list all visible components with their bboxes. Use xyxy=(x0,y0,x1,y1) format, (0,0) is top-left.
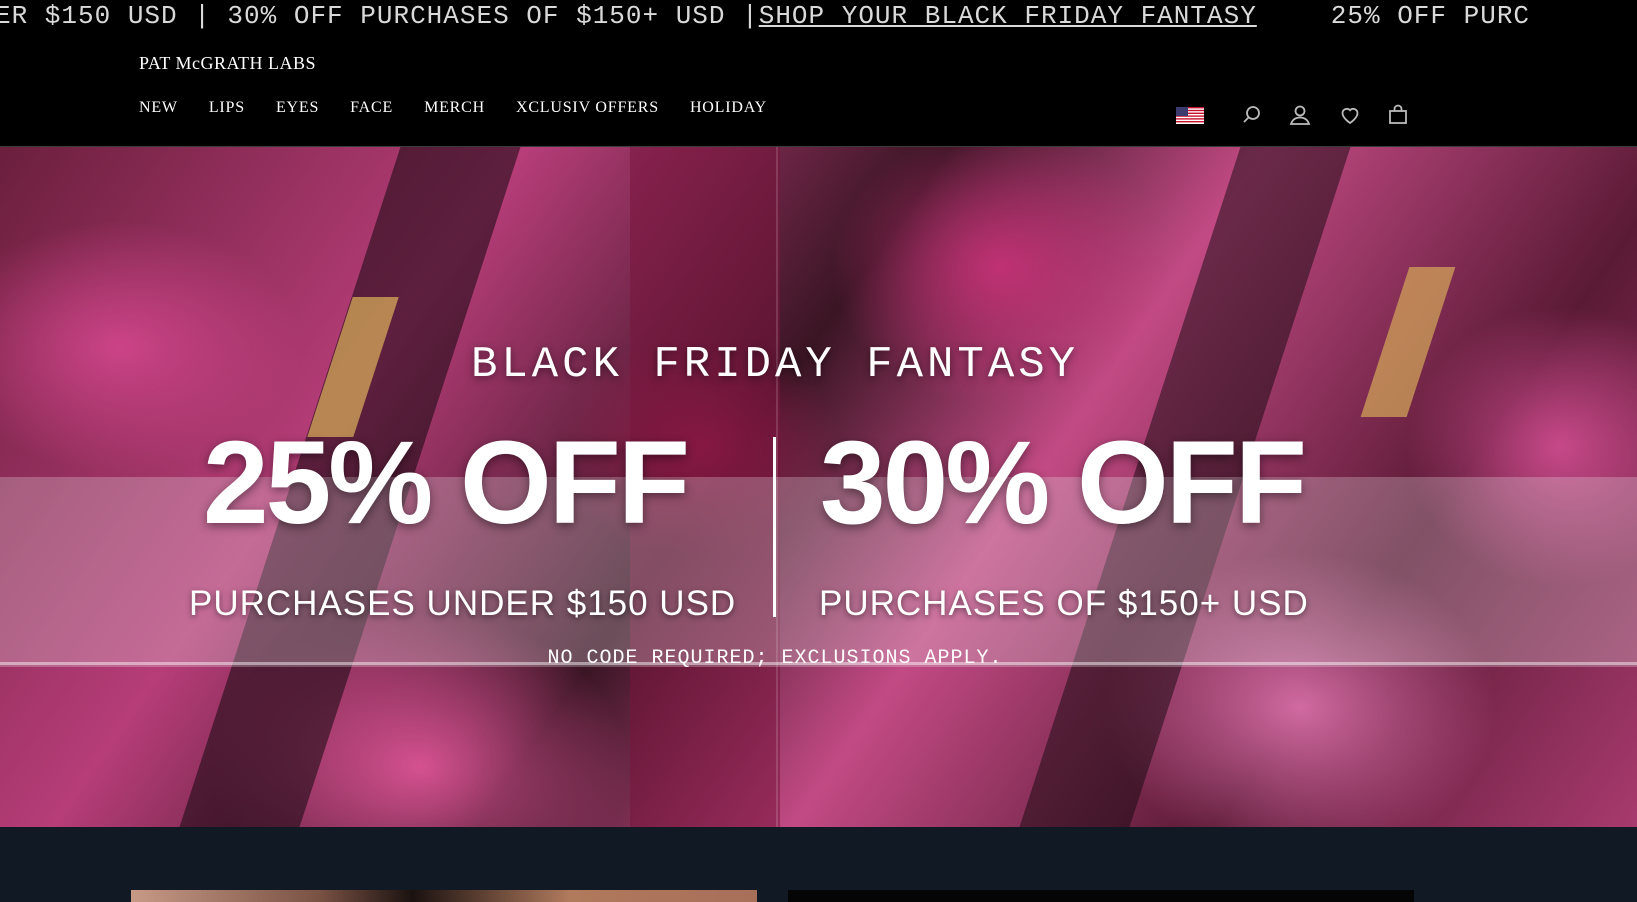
offer-subline-left: PURCHASES UNDER $150 USD xyxy=(189,584,737,623)
nav-item-merch[interactable]: MERCH xyxy=(424,99,485,117)
wishlist-heart-icon[interactable] xyxy=(1338,103,1362,127)
hero-banner[interactable]: BLACK FRIDAY FANTASY 25% OFF 30% OFF PUR… xyxy=(0,147,1637,827)
featured-card-right[interactable] xyxy=(788,890,1414,902)
announcement-text-repeat: 25% OFF PURC xyxy=(1330,1,1531,30)
us-flag-icon[interactable] xyxy=(1175,103,1205,127)
search-icon[interactable] xyxy=(1240,103,1264,127)
nav-item-face[interactable]: FACE xyxy=(350,99,393,117)
hero-disclaimer: NO CODE REQUIRED; EXCLUSIONS APPLY. xyxy=(547,647,1003,670)
offer-subline-right: PURCHASES OF $150+ USD xyxy=(819,584,1309,623)
featured-card-left[interactable] xyxy=(131,890,757,902)
nav-item-new[interactable]: NEW xyxy=(139,99,178,117)
nav-item-xclusiv-offers[interactable]: XCLUSIV OFFERS xyxy=(516,99,659,117)
nav-item-eyes[interactable]: EYES xyxy=(276,99,319,117)
offer-headline-right: 30% OFF xyxy=(820,417,1307,549)
main-nav: NEW LIPS EYES FACE MERCH XCLUSIV OFFERS … xyxy=(139,99,798,117)
offer-headline-left: 25% OFF xyxy=(203,417,690,549)
hero-title: BLACK FRIDAY FANTASY xyxy=(470,340,1080,390)
announcement-text: ER $150 USD | 30% OFF PURCHASES OF $150+… xyxy=(0,1,759,30)
offer-divider xyxy=(773,437,776,617)
nav-item-holiday[interactable]: HOLIDAY xyxy=(690,99,767,117)
account-icon[interactable] xyxy=(1288,103,1312,127)
nav-item-lips[interactable]: LIPS xyxy=(209,99,245,117)
shop-black-friday-link[interactable]: SHOP YOUR BLACK FRIDAY FANTASY xyxy=(759,1,1257,30)
shopping-bag-icon[interactable] xyxy=(1386,103,1410,127)
brand-logo[interactable]: PAT McGRATH LABS xyxy=(139,53,316,74)
announcement-bar: ER $150 USD | 30% OFF PURCHASES OF $150+… xyxy=(0,0,1637,30)
announcement-track: ER $150 USD | 30% OFF PURCHASES OF $150+… xyxy=(0,1,1530,30)
